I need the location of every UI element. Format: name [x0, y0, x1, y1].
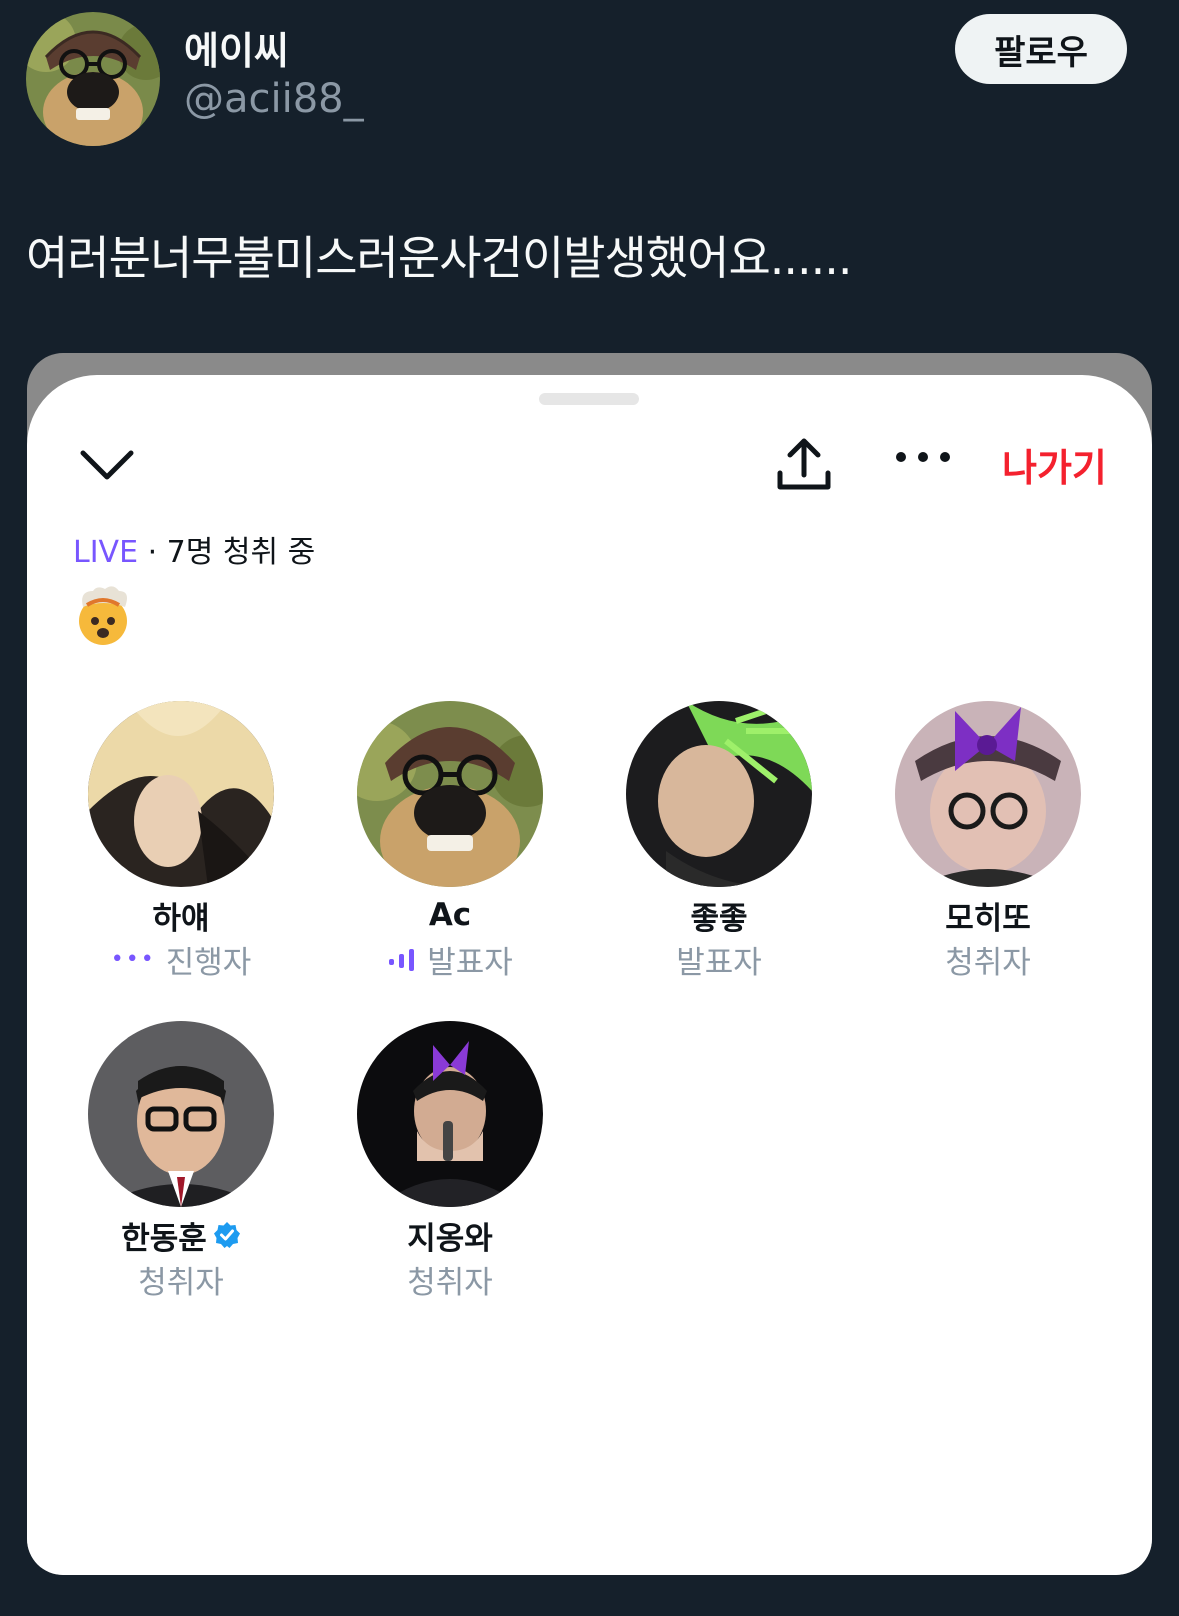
participant-card[interactable]: 하얘 ••• 진행자: [71, 701, 291, 982]
participant-role: 진행자: [165, 945, 252, 981]
author-handle[interactable]: @acii88_: [184, 76, 364, 122]
live-label: LIVE: [73, 535, 139, 570]
author-display-name[interactable]: 에이씨: [184, 20, 289, 75]
tweet-media-image[interactable]: 나가기 LIVE · 7명 청취 중 하얘 ••• 진행자 Ac 발표자 좋좋 …: [27, 353, 1152, 1575]
participant-avatar[interactable]: [357, 701, 543, 887]
speaking-bars-icon: [389, 948, 415, 971]
leave-space-button[interactable]: 나가기: [1002, 437, 1107, 492]
participant-card[interactable]: 모히또 청취자: [878, 701, 1098, 982]
exploding-head-emoji-icon: [79, 586, 127, 645]
tweet-page: 에이씨 @acii88_ 팔로우 여러분너무불미스러운사건이발생했어요.....…: [0, 0, 1179, 1616]
participant-role: 청취자: [945, 945, 1031, 981]
participant-name: 좋좋: [690, 900, 748, 937]
participant-role-line: 발표자: [609, 937, 829, 982]
participant-name: 모히또: [945, 900, 1031, 937]
chevron-down-icon[interactable]: [79, 447, 135, 483]
sheet-grabber[interactable]: [539, 393, 639, 405]
participant-avatar[interactable]: [88, 1021, 274, 1207]
participant-role: 발표자: [427, 945, 513, 981]
participant-name: 한동훈: [71, 1215, 291, 1257]
participant-role-line: 발표자: [340, 937, 560, 982]
space-sheet: 나가기 LIVE · 7명 청취 중 하얘 ••• 진행자 Ac 발표자 좋좋 …: [27, 375, 1152, 1575]
listener-count: · 7명 청취 중: [138, 535, 316, 570]
follow-button[interactable]: 팔로우: [955, 14, 1127, 84]
participant-name-text: 한동훈: [121, 1220, 207, 1257]
participant-role: 청취자: [407, 1265, 493, 1301]
host-dots-icon: •••: [110, 947, 156, 972]
participant-avatar[interactable]: [357, 1021, 543, 1207]
tweet-text: 여러분너무불미스러운사건이발생했어요......: [26, 231, 853, 285]
participant-avatar[interactable]: [88, 701, 274, 887]
verified-badge-icon: [213, 1222, 240, 1248]
live-status: LIVE · 7명 청취 중: [73, 527, 315, 571]
participant-role: 청취자: [138, 1265, 224, 1301]
participant-role-line: 청취자: [878, 937, 1098, 982]
participant-avatar[interactable]: [895, 701, 1081, 887]
participant-name: 하얘: [152, 900, 210, 937]
participant-card[interactable]: 지옹와 청취자: [340, 1021, 560, 1302]
more-options-icon[interactable]: [893, 447, 953, 467]
participant-name: 지옹와: [407, 1220, 493, 1257]
participant-name: Ac: [428, 897, 472, 933]
participant-role-line: 청취자: [71, 1257, 291, 1302]
participant-card[interactable]: 한동훈 청취자: [71, 1021, 291, 1302]
author-avatar[interactable]: [26, 12, 160, 146]
participant-role: 발표자: [676, 945, 762, 981]
share-icon[interactable]: [774, 435, 834, 495]
participant-role-line: ••• 진행자: [71, 937, 291, 982]
participant-avatar[interactable]: [626, 701, 812, 887]
participant-card[interactable]: Ac 발표자: [340, 701, 560, 982]
participant-role-line: 청취자: [340, 1257, 560, 1302]
participant-card[interactable]: 좋좋 발표자: [609, 701, 829, 982]
